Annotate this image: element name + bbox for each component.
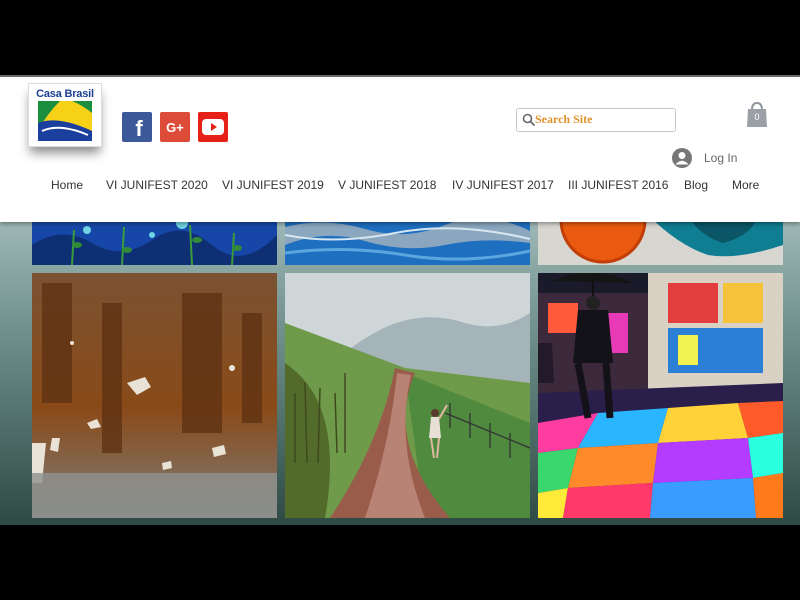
- website-page: Casa Brasil f G+ Search Site 0 Log In Ho…: [0, 75, 800, 525]
- search-input[interactable]: [535, 111, 671, 127]
- gallery-tile-rainy-road[interactable]: [285, 273, 530, 518]
- nav-item-vi-junifest-2019[interactable]: VI JUNIFEST 2019: [222, 178, 324, 192]
- login-button[interactable]: Log In: [672, 147, 737, 169]
- letterbox-bottom: [0, 525, 800, 600]
- login-label: Log In: [704, 151, 738, 165]
- gallery-tile-blue-floral[interactable]: [32, 215, 277, 265]
- main-nav: Home VI JUNIFEST 2020 VI JUNIFEST 2019 V…: [0, 178, 800, 198]
- logo-text: Casa Brasil: [36, 88, 94, 100]
- search-icon[interactable]: [522, 113, 536, 127]
- nav-item-more[interactable]: More: [732, 178, 759, 192]
- facebook-icon[interactable]: f: [122, 112, 152, 142]
- nav-item-blog[interactable]: Blog: [684, 178, 708, 192]
- site-logo[interactable]: Casa Brasil: [28, 83, 102, 147]
- cart-button[interactable]: 0: [746, 101, 768, 128]
- youtube-play-icon: [202, 119, 224, 135]
- google-plus-icon[interactable]: G+: [160, 112, 190, 142]
- youtube-icon[interactable]: [198, 112, 228, 142]
- site-search: [516, 108, 676, 132]
- nav-item-iii-junifest-2016[interactable]: III JUNIFEST 2016: [568, 178, 668, 192]
- letterbox-top: [0, 0, 800, 75]
- nav-item-home[interactable]: Home: [51, 178, 83, 192]
- cart-count: 0: [754, 112, 760, 122]
- nav-item-vi-junifest-2020[interactable]: VI JUNIFEST 2020: [106, 178, 208, 192]
- nav-item-v-junifest-2018[interactable]: V JUNIFEST 2018: [338, 178, 436, 192]
- site-header: Casa Brasil f G+ Search Site 0 Log In Ho…: [0, 75, 800, 222]
- gallery-tile-rust-texture[interactable]: [32, 273, 277, 518]
- gallery-tile-orange-teal[interactable]: [538, 215, 783, 265]
- gallery-tile-blue-water[interactable]: [285, 215, 530, 265]
- nav-item-iv-junifest-2017[interactable]: IV JUNIFEST 2017: [452, 178, 554, 192]
- gallery-tile-rainy-street[interactable]: [538, 273, 783, 518]
- brazil-flag-logo-icon: [38, 101, 92, 141]
- user-avatar-icon: [672, 148, 692, 168]
- google-plus-glyph: G+: [166, 119, 184, 135]
- facebook-glyph: f: [135, 116, 143, 141]
